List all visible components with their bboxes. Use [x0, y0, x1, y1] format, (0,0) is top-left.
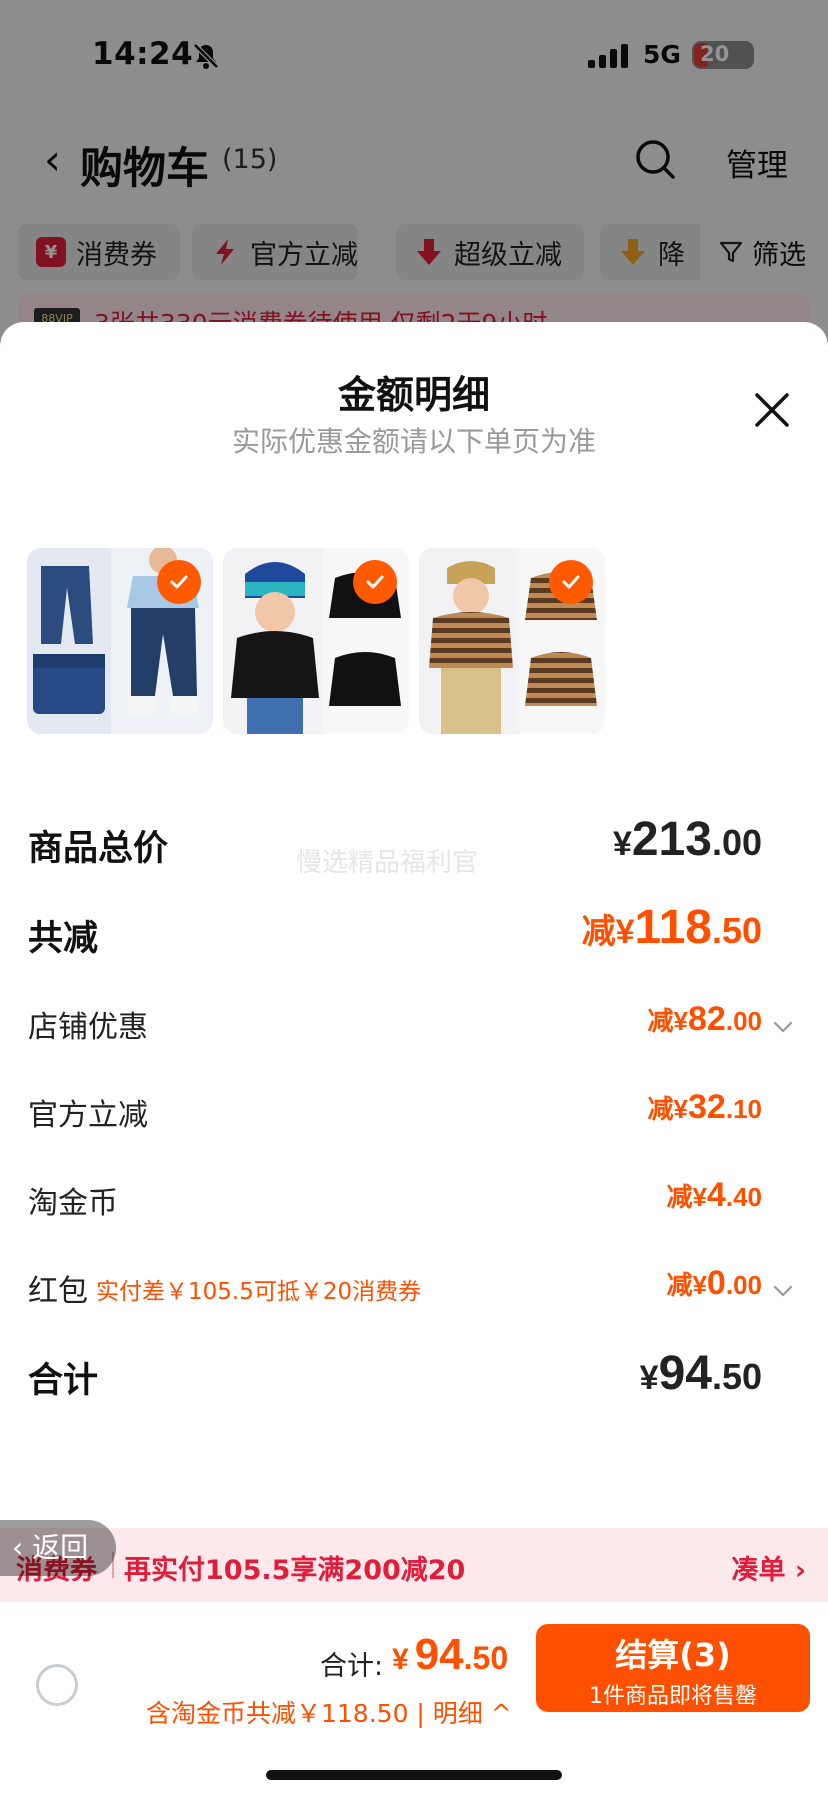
red-packet-note: 实付差￥105.5可抵￥20消费券 — [96, 1279, 422, 1305]
product-thumbnail[interactable] — [27, 548, 213, 734]
home-indicator — [266, 1770, 562, 1780]
official-discount-label: 官方立减 — [28, 1098, 148, 1133]
product-thumbnail[interactable] — [223, 548, 409, 734]
watermark: 慢选精品福利官 — [296, 848, 479, 878]
subtotal-amount: ¥213.00 — [612, 813, 762, 866]
sheet-title: 金额明细 — [337, 373, 490, 417]
chevron-down-icon[interactable] — [772, 1284, 794, 1298]
footer-total-label: 合计: — [320, 1651, 384, 1682]
back-button[interactable]: ‹ 返回 — [0, 1520, 116, 1576]
amount-detail-sheet: 金额明细 实际优惠金额请以下单页为准 慢选精品福利官 商品总价 ¥213.00 … — [0, 322, 828, 1795]
checkout-label: 结算(3) — [615, 1636, 731, 1674]
footer-total-amount: ¥94.50 — [392, 1630, 509, 1679]
subtotal-label: 商品总价 — [28, 829, 169, 869]
product-thumbnail[interactable] — [419, 548, 605, 734]
checkout-bar: 合计: ¥94.50 含淘金币共减￥118.50 | 明细 ^ 结算(3) 1件… — [0, 1602, 828, 1795]
savings-detail-toggle[interactable]: 含淘金币共减￥118.50 | 明细 ^ — [146, 1694, 512, 1730]
total-discount-label: 共减 — [28, 919, 99, 959]
store-discount-amount[interactable]: 减¥82.00 — [648, 1000, 762, 1039]
red-packet-amount[interactable]: 减¥0.00 — [666, 1264, 762, 1303]
total-label: 合计 — [28, 1361, 99, 1401]
total-discount-amount: 减¥118.50 — [581, 901, 762, 954]
checkout-button[interactable]: 结算(3) 1件商品即将售罄 — [536, 1624, 810, 1712]
taojinbi-amount: 减¥4.40 — [666, 1176, 762, 1214]
checkout-sublabel: 1件商品即将售罄 — [589, 1684, 757, 1709]
red-packet-label: 红包 — [28, 1274, 88, 1309]
total-amount: ¥94.50 — [639, 1347, 762, 1400]
official-discount-amount: 减¥32.10 — [647, 1088, 762, 1126]
promo-message: 再实付105.5享满200减20 — [124, 1555, 466, 1586]
selected-check-icon — [353, 560, 397, 604]
add-items-link[interactable]: 凑单 › — [731, 1548, 806, 1587]
taojinbi-label: 淘金币 — [28, 1186, 118, 1221]
selected-check-icon — [549, 560, 593, 604]
promo-strip[interactable]: 消费券 再实付105.5享满200减20 凑单 › — [0, 1528, 828, 1602]
close-icon[interactable] — [752, 390, 792, 430]
back-label: 返回 — [32, 1531, 89, 1564]
sheet-subtitle: 实际优惠金额请以下单页为准 — [231, 425, 596, 458]
select-all-radio[interactable] — [36, 1664, 78, 1706]
chevron-down-icon[interactable] — [772, 1020, 794, 1034]
selected-check-icon — [157, 560, 201, 604]
store-discount-label: 店铺优惠 — [28, 1010, 148, 1045]
